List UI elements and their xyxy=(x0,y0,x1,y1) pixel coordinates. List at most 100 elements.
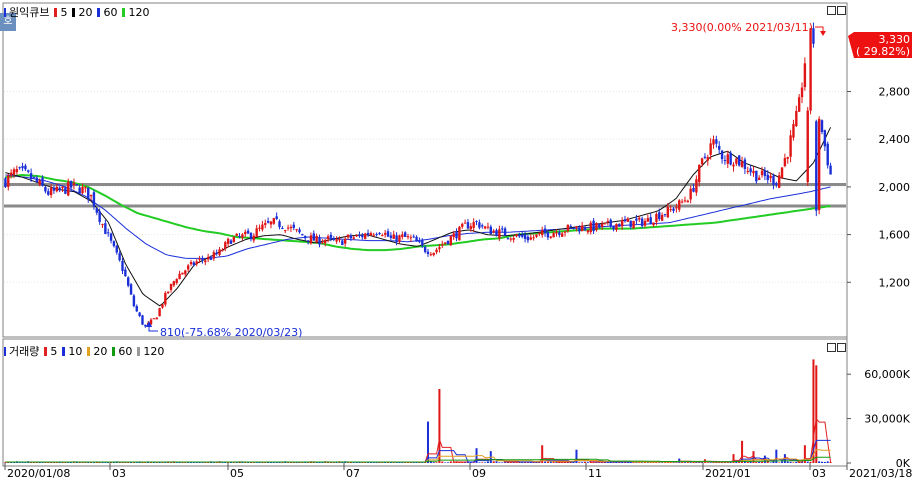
candle-body xyxy=(244,231,247,235)
candle-body xyxy=(575,226,578,228)
candle-body xyxy=(304,236,307,239)
candle-body xyxy=(435,249,438,253)
candle-body xyxy=(532,237,535,239)
volume-bar xyxy=(758,461,761,463)
candle-body xyxy=(780,167,784,178)
candle-body xyxy=(47,191,50,195)
candle-body xyxy=(261,224,264,230)
candle-body xyxy=(178,273,181,280)
candle-body xyxy=(826,143,829,166)
candle-body xyxy=(144,324,147,327)
candle-body xyxy=(558,232,561,235)
candle-body xyxy=(115,245,118,253)
candle-body xyxy=(312,233,315,241)
candle-body xyxy=(318,237,321,245)
candle-body xyxy=(632,220,635,229)
candle-body xyxy=(786,157,789,159)
date-tick-label: 07 xyxy=(346,467,360,480)
candle-body xyxy=(224,242,227,249)
candle-body xyxy=(341,240,344,246)
candle-body xyxy=(829,165,832,175)
vol20-swatch-icon xyxy=(87,346,91,356)
candle-body xyxy=(772,175,775,185)
candle-body xyxy=(129,284,133,295)
candle-body xyxy=(501,228,504,230)
candle-body xyxy=(18,167,21,169)
candle-body xyxy=(541,230,544,236)
candle-body xyxy=(7,175,10,187)
volume-pane-close-button[interactable] xyxy=(837,343,846,352)
candle-body xyxy=(266,221,270,223)
candle-body xyxy=(815,121,818,211)
candle-body xyxy=(38,180,41,185)
candle-body xyxy=(138,312,141,317)
date-tick-label: 05 xyxy=(230,467,244,480)
candle-body xyxy=(421,240,424,246)
volume-pane-maximize-button[interactable] xyxy=(827,343,836,352)
volume-bar xyxy=(515,462,518,464)
candle-body xyxy=(418,240,421,243)
candle-body xyxy=(372,234,375,236)
stock-chart: 1,2001,6002,0002,4002,800 0K30,000K60,00… xyxy=(2,2,912,480)
candle-body xyxy=(589,222,592,233)
candle-body xyxy=(264,223,267,225)
volume-bar xyxy=(478,462,481,463)
candle-body xyxy=(235,233,238,236)
candle-body xyxy=(489,226,493,235)
volume-bar xyxy=(778,462,781,463)
candle-body xyxy=(15,169,19,173)
candle-body xyxy=(486,226,490,228)
volume-bar xyxy=(709,462,712,463)
price-tick-label: 1,600 xyxy=(879,229,911,242)
candle-body xyxy=(592,220,595,232)
candle-body xyxy=(472,222,475,228)
candle-body xyxy=(184,270,187,275)
candle-body xyxy=(292,224,295,228)
volume-bar xyxy=(258,462,261,464)
candle-body xyxy=(572,227,575,229)
current-price-tag: 3,330 ( 29.82%) xyxy=(848,32,912,58)
candle-body xyxy=(132,295,136,307)
candle-body xyxy=(395,235,398,242)
volume-bar xyxy=(190,462,193,464)
candle-body xyxy=(580,225,584,232)
candle-body xyxy=(452,233,455,238)
volume-bar xyxy=(706,462,709,463)
candle-body xyxy=(275,216,278,219)
legend-ma60: 60 xyxy=(103,5,118,19)
candle-body xyxy=(406,236,410,238)
candle-body xyxy=(295,229,298,231)
candle-body xyxy=(69,181,73,188)
candle-body xyxy=(777,175,781,188)
candle-body xyxy=(523,234,527,239)
candle-body xyxy=(89,194,93,197)
candle-body xyxy=(375,234,378,236)
candle-body xyxy=(598,224,601,228)
candle-body xyxy=(718,145,721,150)
volume-bar xyxy=(441,461,444,463)
candle-body xyxy=(578,228,581,232)
candle-body xyxy=(461,223,464,227)
price-pane-close-button[interactable] xyxy=(837,6,846,15)
candle-body xyxy=(715,139,718,144)
volume-bar xyxy=(364,462,367,463)
candle-body xyxy=(738,155,741,166)
volume-bar xyxy=(492,461,495,463)
candle-body xyxy=(800,87,804,98)
candle-body xyxy=(820,120,824,132)
candle-body xyxy=(766,174,769,181)
candle-body xyxy=(823,130,827,147)
candle-body xyxy=(481,225,484,227)
candle-body xyxy=(315,235,318,243)
volume-bar xyxy=(501,462,504,463)
legend-ma120: 120 xyxy=(128,5,150,19)
volume-bar xyxy=(355,462,358,463)
candle-body xyxy=(255,228,258,237)
candle-body xyxy=(566,224,570,232)
candle-body xyxy=(475,220,478,222)
candle-body xyxy=(246,230,250,234)
candle-body xyxy=(600,223,604,227)
candle-body xyxy=(29,173,33,180)
price-pane-maximize-button[interactable] xyxy=(827,6,836,15)
candle-body xyxy=(175,279,178,283)
